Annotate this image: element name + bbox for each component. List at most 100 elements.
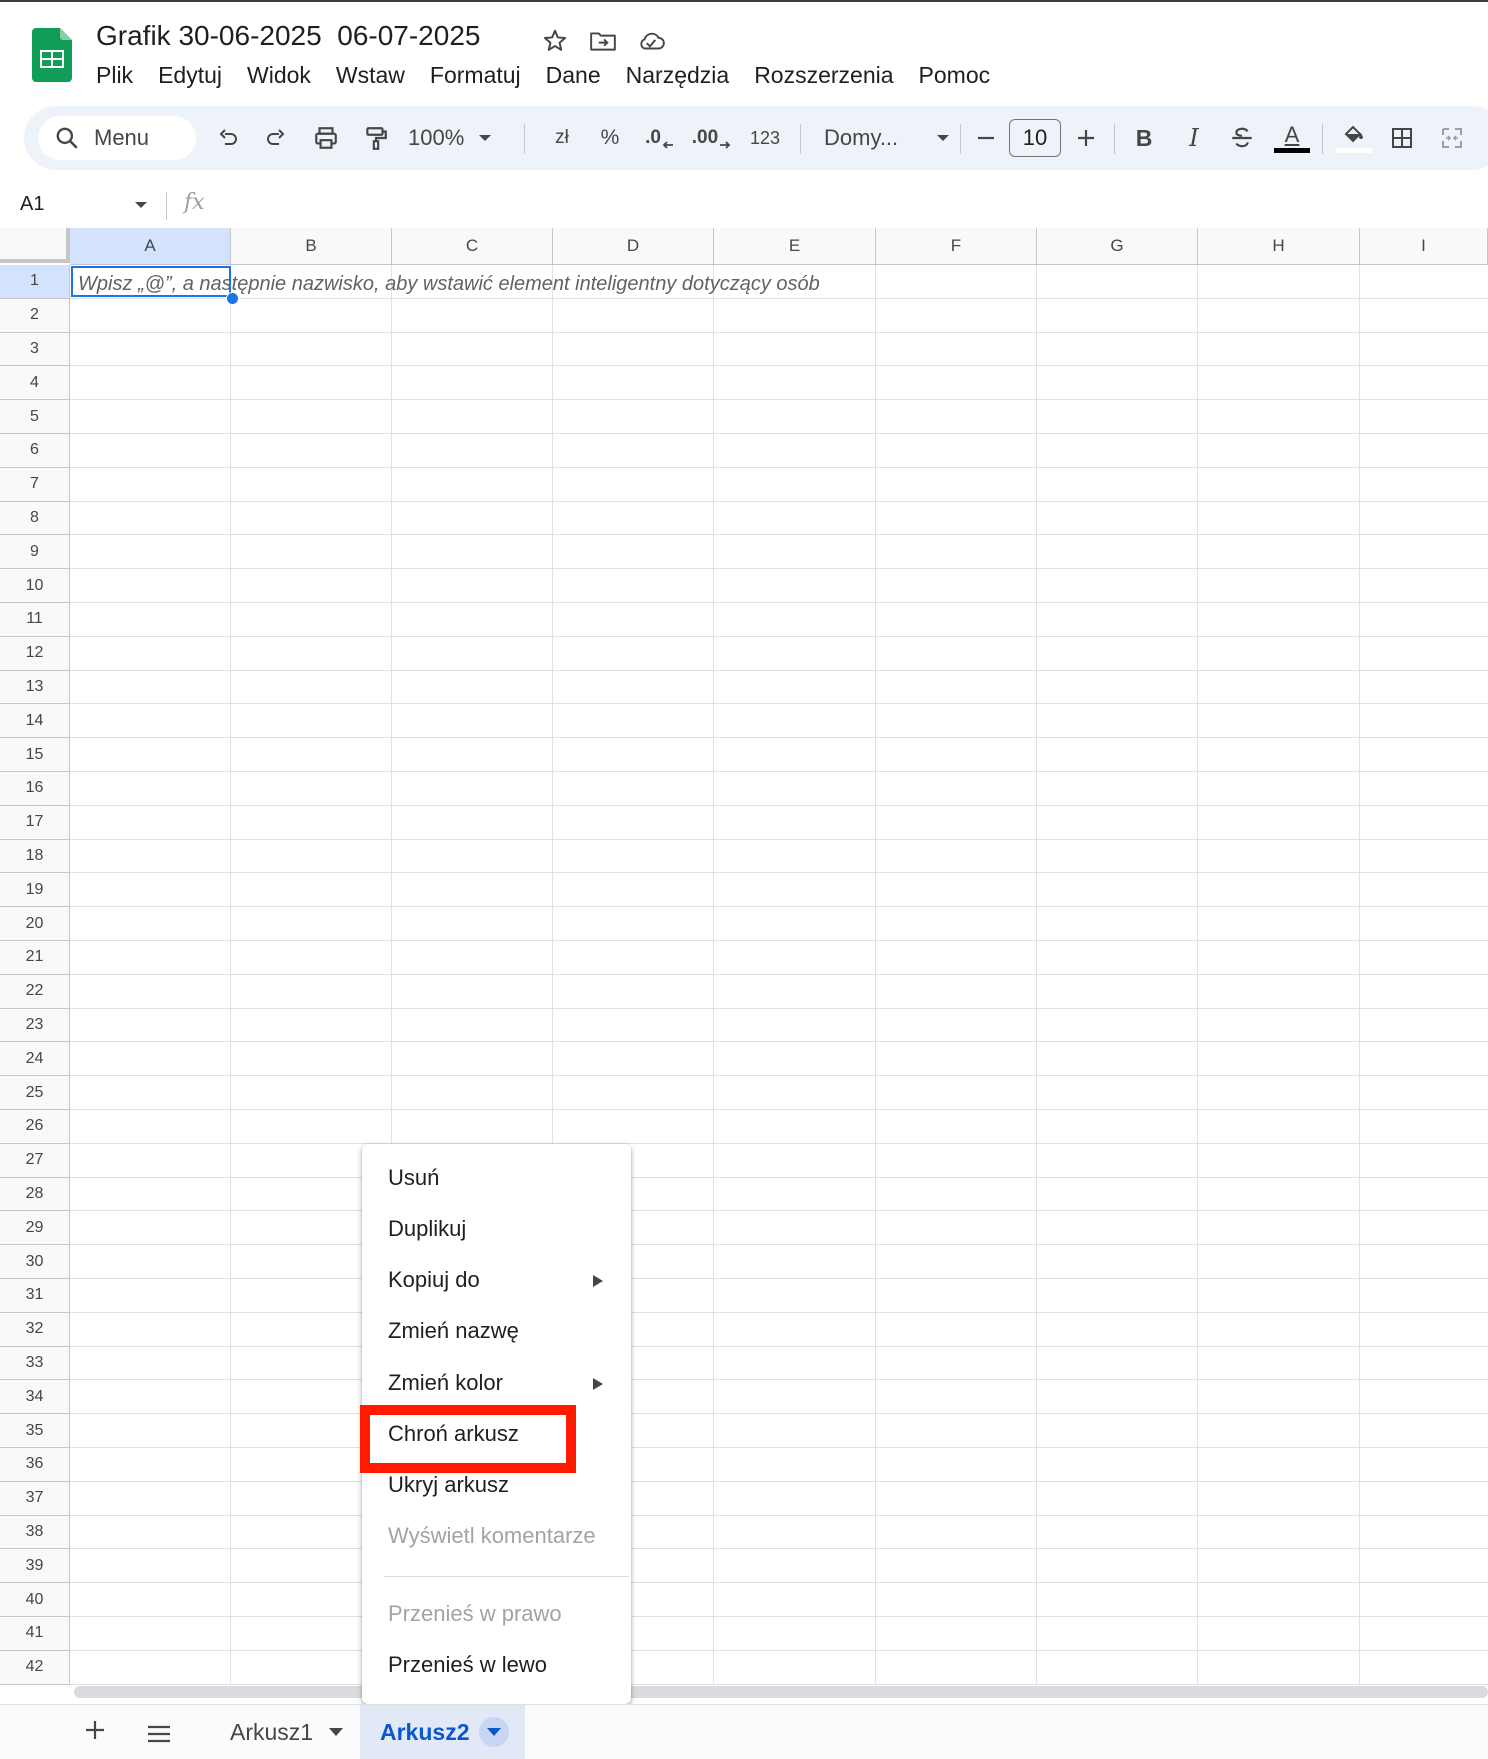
menu-item-rename[interactable]: Zmień nazwę bbox=[388, 1318, 519, 1344]
column-header-d[interactable]: D bbox=[553, 228, 714, 265]
sheet-tab-arkusz2[interactable]: Arkusz2 bbox=[360, 1705, 525, 1759]
all-sheets-button[interactable] bbox=[146, 1724, 172, 1749]
column-header-a[interactable]: A bbox=[70, 228, 231, 265]
menu-item-change-color[interactable]: Zmień kolor bbox=[388, 1370, 503, 1396]
row-header-10[interactable]: 10 bbox=[0, 569, 70, 603]
spreadsheet-grid[interactable]: A B C D E F G H I 1 2 3 4 5 6 7 8 9 10 11 12 13 14 15 16 17 18 19 20… bbox=[0, 228, 1488, 1685]
menu-file[interactable]: Plik bbox=[96, 62, 133, 89]
font-size-input[interactable]: 10 bbox=[1009, 119, 1061, 157]
row-header-13[interactable]: 13 bbox=[0, 670, 70, 705]
add-sheet-button[interactable] bbox=[84, 1717, 106, 1747]
bold-button[interactable]: B bbox=[1126, 120, 1162, 156]
fill-color-button[interactable] bbox=[1334, 120, 1374, 156]
redo-button[interactable] bbox=[258, 120, 294, 156]
row-header-36[interactable]: 36 bbox=[0, 1448, 70, 1482]
menu-extensions[interactable]: Rozszerzenia bbox=[754, 62, 893, 89]
menu-data[interactable]: Dane bbox=[546, 62, 601, 89]
merge-cells-button[interactable] bbox=[1434, 120, 1470, 156]
column-header-e[interactable]: E bbox=[714, 228, 876, 265]
cloud-saved-icon[interactable] bbox=[636, 26, 666, 56]
menu-item-delete[interactable]: Usuń bbox=[388, 1165, 439, 1191]
document-title[interactable]: Grafik 30-06-2025 06-07-2025 bbox=[96, 20, 480, 52]
column-header-i[interactable]: I bbox=[1360, 228, 1488, 265]
increase-decimal-button[interactable]: .00 bbox=[688, 120, 736, 156]
row-header-18[interactable]: 18 bbox=[0, 839, 70, 874]
row-header-29[interactable]: 29 bbox=[0, 1211, 70, 1246]
row-header-3[interactable]: 3 bbox=[0, 332, 70, 367]
row-header-41[interactable]: 41 bbox=[0, 1617, 70, 1651]
name-box[interactable]: A1 bbox=[20, 193, 44, 216]
row-header-4[interactable]: 4 bbox=[0, 366, 70, 401]
row-header-15[interactable]: 15 bbox=[0, 738, 70, 772]
column-header-c[interactable]: C bbox=[392, 228, 553, 265]
currency-format-button[interactable]: zł bbox=[542, 120, 582, 156]
row-header-21[interactable]: 21 bbox=[0, 941, 70, 975]
menu-item-copy-to[interactable]: Kopiuj do bbox=[388, 1267, 480, 1293]
search-menus-button[interactable]: Menu bbox=[38, 116, 196, 160]
select-all-corner[interactable] bbox=[0, 228, 70, 263]
row-header-14[interactable]: 14 bbox=[0, 704, 70, 739]
decrease-font-size-button[interactable] bbox=[970, 120, 1002, 156]
menu-item-move-left[interactable]: Przenieś w lewo bbox=[388, 1652, 547, 1678]
formula-input[interactable] bbox=[220, 192, 1460, 220]
row-header-24[interactable]: 24 bbox=[0, 1042, 70, 1077]
column-header-f[interactable]: F bbox=[876, 228, 1037, 265]
row-header-28[interactable]: 28 bbox=[0, 1177, 70, 1212]
chevron-down-icon[interactable] bbox=[329, 1728, 344, 1736]
row-header-38[interactable]: 38 bbox=[0, 1515, 70, 1550]
row-header-1[interactable]: 1 bbox=[0, 265, 70, 299]
decrease-decimal-button[interactable]: .0 bbox=[638, 120, 682, 156]
menu-format[interactable]: Formatuj bbox=[430, 62, 521, 89]
row-header-16[interactable]: 16 bbox=[0, 772, 70, 806]
row-header-11[interactable]: 11 bbox=[0, 603, 70, 637]
row-header-8[interactable]: 8 bbox=[0, 501, 70, 536]
row-header-34[interactable]: 34 bbox=[0, 1380, 70, 1415]
borders-button[interactable] bbox=[1384, 120, 1420, 156]
font-select[interactable]: Domy... bbox=[814, 120, 950, 156]
column-header-g[interactable]: G bbox=[1037, 228, 1198, 265]
star-icon[interactable] bbox=[540, 26, 570, 56]
row-header-12[interactable]: 12 bbox=[0, 636, 70, 671]
row-header-40[interactable]: 40 bbox=[0, 1583, 70, 1617]
menu-view[interactable]: Widok bbox=[247, 62, 311, 89]
percent-format-button[interactable]: % bbox=[590, 120, 630, 156]
undo-button[interactable] bbox=[210, 120, 246, 156]
column-header-b[interactable]: B bbox=[231, 228, 392, 265]
row-header-6[interactable]: 6 bbox=[0, 434, 70, 468]
row-header-26[interactable]: 26 bbox=[0, 1110, 70, 1144]
menu-tools[interactable]: Narzędzia bbox=[626, 62, 730, 89]
menu-item-duplicate[interactable]: Duplikuj bbox=[388, 1216, 466, 1242]
sheet-tab-arkusz1[interactable]: Arkusz1 bbox=[206, 1705, 356, 1759]
column-header-h[interactable]: H bbox=[1198, 228, 1360, 265]
row-header-39[interactable]: 39 bbox=[0, 1549, 70, 1584]
sheets-logo-icon[interactable] bbox=[32, 28, 72, 82]
row-header-37[interactable]: 37 bbox=[0, 1481, 70, 1516]
horizontal-scrollbar[interactable] bbox=[74, 1686, 1488, 1698]
paint-format-button[interactable] bbox=[358, 120, 394, 156]
sheet-tab-menu-button[interactable] bbox=[479, 1717, 510, 1747]
row-header-27[interactable]: 27 bbox=[0, 1143, 70, 1178]
row-header-42[interactable]: 42 bbox=[0, 1650, 70, 1685]
fill-handle[interactable] bbox=[226, 292, 239, 305]
menu-item-hide-sheet[interactable]: Ukryj arkusz bbox=[388, 1472, 509, 1498]
number-format-button[interactable]: 123 bbox=[742, 120, 788, 156]
row-header-31[interactable]: 31 bbox=[0, 1279, 70, 1313]
row-header-9[interactable]: 9 bbox=[0, 535, 70, 570]
row-header-32[interactable]: 32 bbox=[0, 1312, 70, 1347]
row-header-5[interactable]: 5 bbox=[0, 400, 70, 434]
italic-button[interactable]: I bbox=[1176, 120, 1212, 156]
row-header-20[interactable]: 20 bbox=[0, 907, 70, 941]
row-header-33[interactable]: 33 bbox=[0, 1346, 70, 1381]
text-color-button[interactable]: A bbox=[1272, 120, 1312, 156]
selected-cell-a1[interactable] bbox=[71, 266, 231, 297]
row-header-7[interactable]: 7 bbox=[0, 467, 70, 502]
row-header-30[interactable]: 30 bbox=[0, 1245, 70, 1279]
row-header-35[interactable]: 35 bbox=[0, 1414, 70, 1448]
print-button[interactable] bbox=[308, 120, 344, 156]
increase-font-size-button[interactable] bbox=[1070, 120, 1102, 156]
chevron-down-icon[interactable] bbox=[134, 200, 148, 210]
row-header-2[interactable]: 2 bbox=[0, 298, 70, 333]
menu-edit[interactable]: Edytuj bbox=[158, 62, 222, 89]
menu-help[interactable]: Pomoc bbox=[919, 62, 991, 89]
row-header-17[interactable]: 17 bbox=[0, 805, 70, 840]
